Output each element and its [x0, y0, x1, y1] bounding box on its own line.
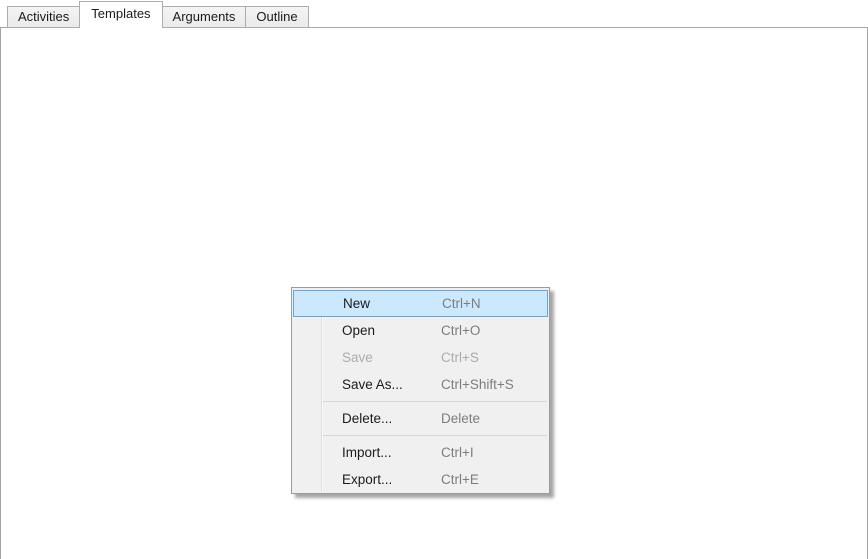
tab-templates[interactable]: Templates — [79, 1, 162, 28]
menu-item-label: Save As... — [342, 371, 403, 398]
menu-item-import[interactable]: Import... Ctrl+I — [292, 439, 549, 466]
menu-separator — [323, 435, 547, 436]
menu-item-label: Save — [342, 344, 373, 371]
menu-item-shortcut: Ctrl+O — [441, 317, 480, 344]
tab-strip: ActivitiesTemplatesArgumentsOutline — [7, 1, 308, 28]
menu-item-label: Open — [342, 317, 375, 344]
menu-item-label: New — [343, 291, 370, 316]
menu-separator — [323, 401, 547, 402]
tab-activities[interactable]: Activities — [7, 6, 80, 28]
menu-item-shortcut: Ctrl+E — [441, 466, 479, 493]
menu-item-open[interactable]: Open Ctrl+O — [292, 317, 549, 344]
menu-item-save-as[interactable]: Save As... Ctrl+Shift+S — [292, 371, 549, 398]
menu-item-export[interactable]: Export... Ctrl+E — [292, 466, 549, 493]
menu-item-label: Export... — [342, 466, 392, 493]
menu-item-shortcut: Ctrl+Shift+S — [441, 371, 514, 398]
menu-item-shortcut: Ctrl+I — [441, 439, 474, 466]
menu-item-label: Import... — [342, 439, 392, 466]
tab-arguments[interactable]: Arguments — [162, 6, 247, 28]
menu-item-save: Save Ctrl+S — [292, 344, 549, 371]
menu-item-delete[interactable]: Delete... Delete — [292, 405, 549, 432]
menu-item-shortcut: Ctrl+N — [442, 291, 481, 316]
tab-outline[interactable]: Outline — [245, 6, 308, 28]
menu-item-shortcut: Delete — [441, 405, 480, 432]
menu-item-shortcut: Ctrl+S — [441, 344, 479, 371]
menu-item-new[interactable]: New Ctrl+N — [293, 290, 548, 317]
menu-item-label: Delete... — [342, 405, 392, 432]
context-menu: New Ctrl+N Open Ctrl+O Save Ctrl+S Save As... C… — [291, 287, 550, 494]
